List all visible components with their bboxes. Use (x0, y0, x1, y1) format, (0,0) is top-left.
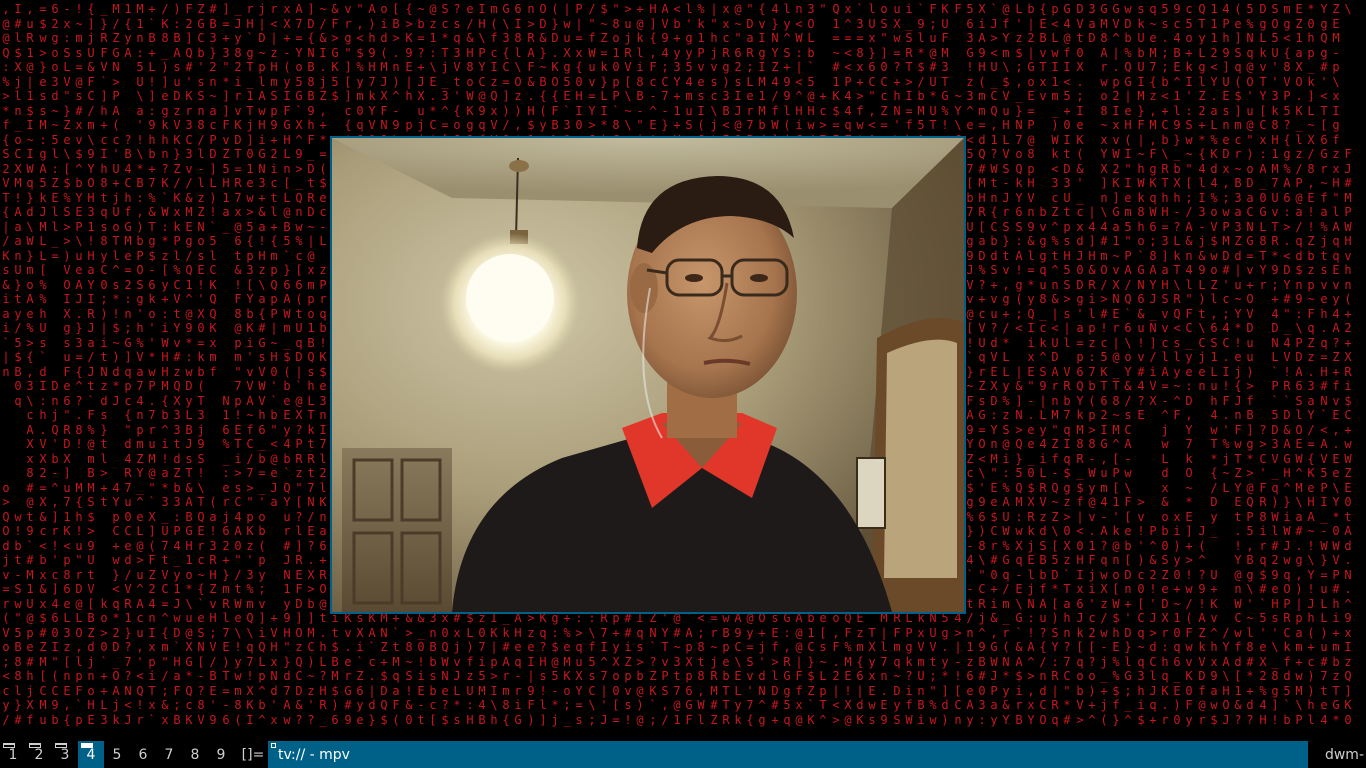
tag-label: 8 (190, 747, 200, 763)
rain-column: L ' z $ ; , _ } N 7 o Q k Y 6 S : A ! g … (1015, 2, 1023, 727)
rain-column: S O 5 U ' ' 3 k 8 H 1 M 7 U v T R * 9 ; … (1271, 2, 1279, 727)
layout-indicator[interactable]: []= (238, 741, 268, 768)
rain-column: 4 P h 9 ] U E s n e D x , ; w P M D # ' … (1222, 2, 1230, 727)
tag-8[interactable]: 8 (182, 741, 208, 768)
rain-column: 3 a D | 4 ] H & R i l p z : 7 b ( p > 8 … (1088, 2, 1096, 727)
rain-column: r < | z H m S p 9 + 2 i c t l + { m p Q … (270, 2, 278, 727)
rain-column: D V t 0 X . ; I e K ( & ' _ c x d J 0 D … (1076, 2, 1084, 727)
occupied-indicator-icon (55, 743, 67, 748)
rain-column: ! ~ m s = @ s # x v $ ^ b Y E P \ u e A … (75, 2, 83, 727)
desktop: , @ @ Q : % > * f { S 2 V T { | / K s & … (0, 0, 1366, 768)
rain-column: w D b % Q G | e H ( I " I e m 5 " P A / … (1124, 2, 1132, 727)
rain-column: 6 2 g o o 3 d ~ ~ 5 l : Z E l l _ = D n … (51, 2, 59, 727)
rain-column: 1 1 1 2 < Y . a L % K d 4 % o V $ w o Z … (1210, 2, 1218, 727)
rain-column: p < L w I 1 m _ ) W k < 3 c Z ^ % t ^ n … (1051, 2, 1059, 727)
status-text: dwm-6.2 (1324, 747, 1364, 763)
rain-column: E Z 1 a X O . K _ l z / P @ a / q d $ n … (1295, 2, 1303, 727)
rain-column: 9 c 4 B E ^ 1 l 9 } _ b X h - ? L k T \ … (1173, 2, 1181, 727)
rain-column: - x : S L V " } Z e \ [ $ % S > > ) V O … (63, 2, 71, 727)
rain-column: s k U b U I M } F | ~ h W k 8 h o ` G N … (1137, 2, 1145, 727)
rain-column: * 0 h p _ k ] L ~ X / 8 , E ! ! Z b z p … (1307, 2, 1315, 727)
rain-column: { ] j U & F C / m \ 9 Y O H 3 1 ! H a Y … (87, 2, 95, 727)
rain-column: \ F J # M P W H v h n ( + 2 + X R i $ C … (1344, 2, 1352, 727)
rain-column: M / Z G N > P A ( c ' U + j U o T l ^ s … (112, 2, 120, 727)
tag-label: 2 (34, 747, 44, 763)
occupied-indicator-icon (3, 743, 15, 748)
webcam-video (332, 138, 964, 612)
mpv-window[interactable] (330, 136, 966, 614)
rain-column: G V ^ | . p 2 I x v W 2 K ] G a 1 ~ v X … (1112, 2, 1120, 727)
tag-label: 5 (112, 747, 122, 763)
rain-column: , u R 1 @ | 1 $ I ~ I W q } d \ W } m o … (26, 2, 34, 727)
window-title: tv:// - mpv (278, 747, 350, 763)
tag-9[interactable]: 9 (208, 741, 234, 768)
rain-column: j | D ~ p l A w H i G N 3 + & a ! H z \ … (258, 2, 266, 727)
rain-column: c 5 o + k I ' : S w ~ " [ ; / A & n 4 l … (1185, 2, 1193, 727)
window-title-area[interactable]: tv:// - mpv (268, 741, 1308, 768)
rain-column: 1 { y A ? B 4 C h f G M e = 2 : n ; G ] … (124, 2, 132, 727)
rain-column: ] = + 3 " * ] ] F v Z 5 H 1 a _ N 1 6 % … (222, 2, 230, 727)
rain-column: _ } R F V ` ] h + c I h 8 t q s 8 y C 0 … (100, 2, 108, 727)
rain-column: G M 8 A r w o 8 ~ x Y X ] n \ 4 # m O / … (1100, 2, 1108, 727)
rain-column: + ` B + L ! ] : 9 h b + 7 % & T g $ - 6 … (148, 2, 156, 727)
rain-column: q ~ e M 7 { z , M , F g K q W 6 ; 8 A Y … (1149, 2, 1157, 727)
rain-column: Y g Q g # ' < T [ 6 G r ~ f a % j t s v … (1320, 2, 1328, 727)
rain-column: b | 2 | G o E = P @ 8 p H V n 9 & l = * … (1027, 2, 1035, 727)
rain-column: ) : B A s u D z V K } Z / K x k P l % C … (173, 2, 181, 727)
tag-4[interactable]: 4 (78, 741, 104, 768)
floating-indicator-icon (271, 743, 276, 748)
tag-label: 7 (164, 747, 174, 763)
rain-column: X i A 9 H ( m m = d Q # M H R [ a D % ? … (978, 2, 986, 727)
rain-column: m g < { 8 V P 5 ? { g % A 6 : > . < D Y … (1283, 2, 1291, 727)
dwm-status-bar: 123456789 []= tv:// - mpv dwm-6.2 (0, 741, 1366, 768)
tag-2[interactable]: 2 (26, 741, 52, 768)
tag-6[interactable]: 6 (130, 741, 156, 768)
rain-column: Q T y L g l Z 2 + * { 4 l I 3 - j & 9 L … (1198, 2, 1206, 727)
rain-column: ( e ] S q ( $ ] m c r ~ B 3 a 3 Z d | u … (1234, 2, 1242, 727)
rain-column: D g L k v T Y [ C x : A _ 0 G L 8 T Y r … (1259, 2, 1267, 727)
occupied-indicator-icon (81, 743, 93, 748)
tag-label: 4 (86, 747, 96, 763)
tag-label: 1 (8, 747, 18, 763)
rain-column: I # l $ X j l n _ o C X M ! A a a n U } … (14, 2, 22, 727)
tag-7[interactable]: 7 (156, 741, 182, 768)
tag-3[interactable]: 3 (52, 741, 78, 768)
rain-column: ` J > < U _ C Q , 1 ? W t n { C b d S + … (990, 2, 998, 727)
rain-column: _ J y 8 2 i r v K D T = R 7 x @ 6 t & ! … (234, 2, 242, 727)
occupied-indicator-icon (29, 743, 41, 748)
rain-column: ] D { N B 8 B 9 h F _ D t R D ~ | @ x m … (307, 2, 315, 727)
rain-column: / K 8 _ ) ] e g k h n ? K ` W : * z [ y … (161, 2, 169, 727)
rain-column: A 7 = Y o 5 G ` X ^ 9 > _ Q n w % c [ 6 … (295, 2, 303, 727)
rain-column: ~ / & I . j Z , + * = ( $ e c - L z P r … (319, 2, 327, 727)
tag-label: 6 (138, 747, 148, 763)
rain-column: 5 s . ; ; b < + C b \ R T h H = 3 ] a H … (1161, 2, 1169, 727)
rain-column: G 4 @ f I < 5 + 0 I t D 3 U t p s H 5 S … (1063, 2, 1071, 727)
rain-column: 5 % N q @ O ' u @ " ) o D a C N G = v + … (1246, 2, 1254, 727)
tag-label: 3 (60, 747, 70, 763)
rain-column: x X + - ( y I F G H L n [ L @ B 5 ` } 6 … (283, 2, 291, 727)
rain-column: Z G C b ' s S n 8 / l - l z Z N o s E ! … (197, 2, 205, 727)
tag-label: 9 (216, 747, 226, 763)
rain-column: Z E M - p \ x I g f z x H " l A q q E v … (1332, 2, 1340, 727)
rain-column: { E B v T x v b v g g q u 8 _ c k ^ S 9 … (1039, 2, 1047, 727)
rain-column: F 2 ] Q # ' K r 3 C 3 v / & M E g / Q 1 … (185, 2, 193, 727)
rain-column: M 1 n : 5 U \ a ' ! \ * B : , ) b P O S … (136, 2, 144, 727)
tag-5[interactable]: 5 (104, 741, 130, 768)
tag-1[interactable]: 1 (0, 741, 26, 768)
rain-column: # B 3 } 2 n ~ a c P D ] L ) ! ` 5 l C K … (209, 2, 217, 727)
rain-column: , @ @ Q : % > * f { S 2 V T { | / K s & … (2, 2, 10, 727)
rain-column: r H ` g T _ 1 T j ] 0 1 e w > 5 { p 3 [ … (246, 2, 254, 727)
rain-column: = $ w > } e s s M : g A 5 k J M L L [ % … (39, 2, 47, 727)
rain-column: @ f Y m \ $ V u H L V S - J r S } t v , … (1002, 2, 1010, 727)
